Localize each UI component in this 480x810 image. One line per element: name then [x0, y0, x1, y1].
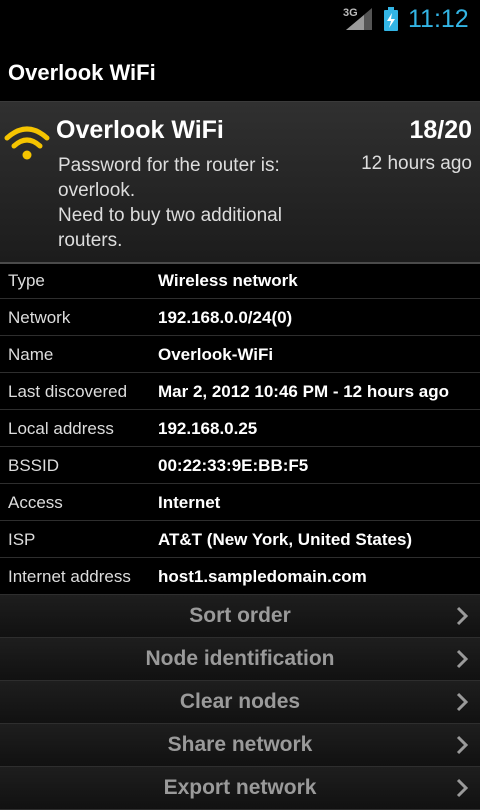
details-list: Type Wireless network Network 192.168.0.… [0, 262, 480, 595]
chevron-right-icon [456, 735, 468, 755]
detail-row-isp: ISP AT&T (New York, United States) [0, 521, 480, 558]
detail-row-bssid: BSSID 00:22:33:9E:BB:F5 [0, 447, 480, 484]
detail-label: Type [8, 271, 45, 290]
network-name: Overlook WiFi [56, 116, 224, 144]
network-age: 12 hours ago [361, 153, 472, 174]
network-header[interactable]: Overlook WiFi 18/20 12 hours ago Passwor… [0, 101, 480, 264]
detail-label: ISP [8, 530, 36, 549]
action-bar: Overlook WiFi [0, 38, 480, 102]
action-menu: Sort order Node identification Clear nod… [0, 595, 480, 810]
wifi-icon [4, 126, 50, 160]
menu-label: Node identification [145, 647, 335, 670]
detail-row-last-discovered: Last discovered Mar 2, 2012 10:46 PM - 1… [0, 373, 480, 410]
note-line: routers. [58, 230, 123, 251]
note-line: overlook. [58, 180, 136, 201]
detail-label: Internet address [8, 567, 131, 586]
detail-value: Internet [158, 493, 221, 512]
detail-value: 00:22:33:9E:BB:F5 [158, 456, 309, 475]
detail-label: Local address [8, 419, 114, 438]
detail-label: BSSID [8, 456, 60, 475]
chevron-right-icon [456, 778, 468, 798]
note-line: Password for the router is: [58, 155, 280, 176]
menu-label: Export network [163, 776, 317, 799]
note-line: Need to buy two additional [58, 205, 282, 226]
node-identification-button[interactable]: Node identification [0, 638, 480, 681]
node-count: 18/20 [409, 116, 472, 144]
share-network-button[interactable]: Share network [0, 724, 480, 767]
status-bar: 3G 11:12 [0, 0, 480, 38]
battery-icon [384, 7, 398, 31]
detail-value: AT&T (New York, United States) [158, 530, 413, 549]
detail-label: Name [8, 345, 54, 364]
app-title: Overlook WiFi [8, 60, 156, 85]
detail-value: Overlook-WiFi [158, 345, 274, 364]
signal-icon [346, 8, 372, 30]
detail-row-access: Access Internet [0, 484, 480, 521]
menu-label: Share network [167, 733, 313, 756]
detail-value: 192.168.0.0/24(0) [158, 308, 293, 327]
detail-row-internet-address: Internet address host1.sampledomain.com [0, 558, 480, 595]
detail-value: Mar 2, 2012 10:46 PM - 12 hours ago [158, 382, 450, 401]
detail-row-name: Name Overlook-WiFi [0, 336, 480, 373]
detail-value: host1.sampledomain.com [158, 567, 367, 586]
menu-label: Sort order [189, 604, 291, 627]
chevron-right-icon [456, 606, 468, 626]
sort-order-button[interactable]: Sort order [0, 595, 480, 638]
chevron-right-icon [456, 649, 468, 669]
detail-row-local-address: Local address 192.168.0.25 [0, 410, 480, 447]
status-time: 11:12 [408, 5, 469, 33]
detail-value: 192.168.0.25 [158, 419, 258, 438]
export-network-button[interactable]: Export network [0, 767, 480, 810]
chevron-right-icon [456, 692, 468, 712]
detail-label: Access [8, 493, 63, 512]
network-note: Password for the router is: overlook. Ne… [58, 153, 318, 253]
detail-row-type: Type Wireless network [0, 262, 480, 299]
detail-label: Last discovered [8, 382, 128, 401]
detail-label: Network [8, 308, 71, 327]
detail-row-network: Network 192.168.0.0/24(0) [0, 299, 480, 336]
menu-label: Clear nodes [179, 690, 301, 713]
detail-value: Wireless network [158, 271, 298, 290]
clear-nodes-button[interactable]: Clear nodes [0, 681, 480, 724]
